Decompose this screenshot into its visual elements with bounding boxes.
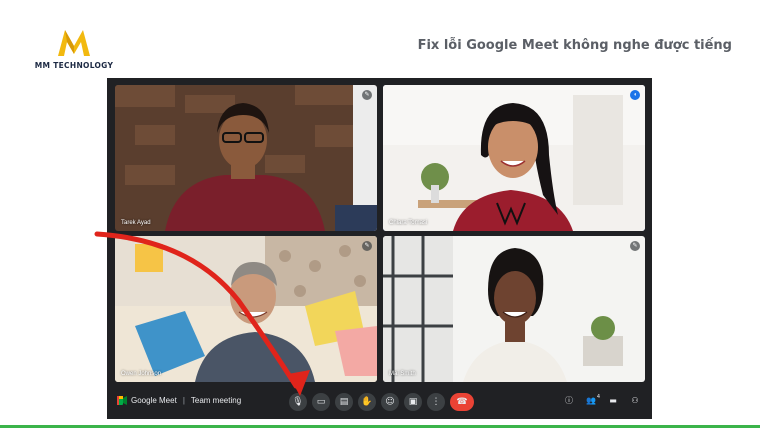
participant-name: Tarek Ayad [121,220,151,226]
activities-button[interactable]: ⚇ [628,394,642,408]
more-icon: ⋮ [431,397,441,407]
participant-name: Chiara Tomasi [389,220,428,226]
toolbar-separator: | [182,396,185,405]
present-icon: ▣ [408,397,418,407]
brand-name: MM TECHNOLOGY [34,61,114,70]
meet-branding: Google Meet | Team meeting [117,396,241,405]
more-options-button[interactable]: ⋮ [427,393,445,411]
captions-icon: ▤ [339,397,349,407]
participant-count-badge: 4 [596,394,600,400]
google-meet-logo-icon [117,396,127,405]
participant-video-4 [383,236,645,382]
meet-toolbar: Google Meet | Team meeting 🎙 ▭ ▤ ✋ ☺ ▣ ⋮… [107,385,652,419]
google-meet-window: ✎ Tarek Ayad ◖ Chiara Tomasi ✎ Owen John… [107,78,652,419]
hangup-icon: ☎ [456,397,468,407]
captions-button[interactable]: ▤ [335,393,353,411]
meeting-name: Team meeting [190,396,242,405]
present-button[interactable]: ▣ [404,393,422,411]
participant-video-2 [383,85,645,231]
people-button[interactable]: 👥 4 [584,394,600,408]
participant-video-1 [115,85,377,231]
raise-hand-icon: ✋ [361,397,373,407]
more-options-icon[interactable]: ✎ [362,241,372,251]
mic-icon: 🎙 [292,397,304,407]
page-title: Fix lỗi Google Meet không nghe được tiến… [417,38,732,53]
chat-button[interactable]: ▬ [606,394,620,408]
participant-name: Owen Johnson [121,371,162,377]
participant-tile-1[interactable]: ✎ Tarek Ayad [115,85,377,231]
participant-tile-3[interactable]: ✎ Owen Johnson [115,236,377,382]
footer-accent-line [0,425,760,428]
info-icon: ⓘ [565,396,573,405]
meeting-tools: ⓘ 👥 4 ▬ ⚇ [562,394,642,408]
people-icon: 👥 [586,396,596,405]
participant-video-3 [115,236,377,382]
participant-tile-2[interactable]: ◖ Chiara Tomasi [383,85,645,231]
hangup-button[interactable]: ☎ [450,393,474,411]
participant-tile-4[interactable]: ✎ Mai Smith [383,236,645,382]
more-options-icon[interactable]: ✎ [362,90,372,100]
mic-button[interactable]: 🎙 [289,393,307,411]
raise-hand-button[interactable]: ✋ [358,393,376,411]
activities-icon: ⚇ [631,396,639,405]
brand-logo: MM TECHNOLOGY [32,28,116,70]
emoji-button[interactable]: ☺ [381,393,399,411]
meet-app-name: Google Meet [131,396,177,405]
call-controls: 🎙 ▭ ▤ ✋ ☺ ▣ ⋮ ☎ [289,393,474,411]
camera-button[interactable]: ▭ [312,393,330,411]
mm-logo-icon [58,30,90,56]
speaking-audio-icon: ◖ [630,90,640,100]
chat-icon: ▬ [609,396,617,405]
emoji-icon: ☺ [385,397,395,407]
camera-icon: ▭ [316,397,326,407]
participant-name: Mai Smith [389,371,416,377]
more-options-icon[interactable]: ✎ [630,241,640,251]
meeting-details-button[interactable]: ⓘ [562,394,576,408]
